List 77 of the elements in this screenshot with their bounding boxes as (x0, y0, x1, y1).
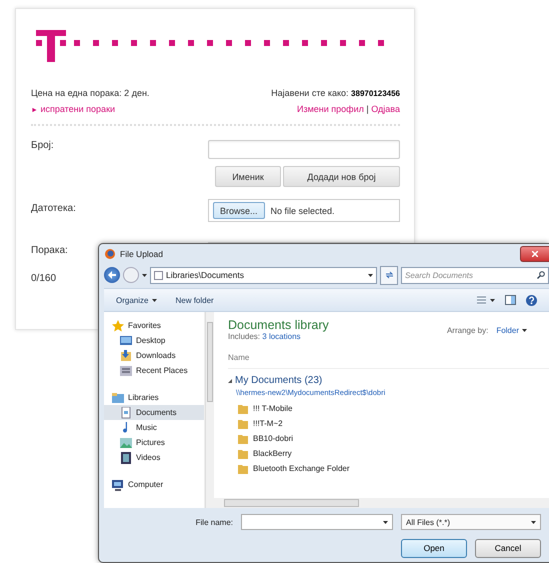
file-type-dropdown[interactable]: All Files (*.*) (401, 514, 541, 530)
history-caret-icon (142, 274, 147, 276)
t-logo (36, 30, 66, 62)
file-label: Датотека: (31, 202, 76, 214)
nav-item[interactable]: Documents (104, 405, 204, 420)
folder-item[interactable]: Bluetooth Exchange Folder (228, 461, 549, 476)
add-number-button[interactable]: Додади нов број (283, 166, 400, 187)
view-list-icon[interactable] (477, 296, 495, 304)
file-name-field[interactable] (241, 514, 393, 530)
collapse-triangle-icon (228, 378, 232, 382)
includes-label: Includes: (228, 332, 260, 341)
folder-item[interactable]: BlackBerry (228, 446, 549, 461)
name-column-header[interactable]: Name (228, 353, 549, 369)
search-icon (537, 271, 545, 279)
file-name-label: File name: (194, 518, 233, 526)
scrollbar[interactable] (205, 312, 214, 508)
desktop-icon (120, 334, 132, 346)
logout-link[interactable]: Одјава (371, 104, 400, 114)
nav-item[interactable]: Pictures (104, 435, 204, 450)
edit-profile-link[interactable]: Измени профил (297, 104, 364, 114)
organize-caret-icon (152, 298, 158, 302)
file-field[interactable]: Browse... No file selected. (208, 199, 400, 222)
nav-item[interactable]: Desktop (104, 333, 204, 348)
nav-item[interactable]: Recent Places (104, 363, 204, 378)
open-button[interactable]: Open (401, 538, 467, 558)
link-separator: | (366, 104, 369, 114)
refresh-arrows-icon (384, 271, 394, 279)
browser-logo-icon (105, 249, 115, 259)
file-name-caret-icon (383, 520, 388, 524)
nav-item[interactable]: Videos (104, 450, 204, 465)
file-type-caret-icon (531, 520, 536, 524)
number-label: Број: (31, 140, 54, 151)
downloads-folder-icon (120, 350, 132, 362)
nav-group-item[interactable]: Libraries (104, 390, 204, 405)
organize-menu[interactable]: Organize (116, 296, 158, 304)
refresh-button[interactable] (380, 266, 398, 284)
browse-button[interactable]: Browse... (213, 202, 265, 219)
back-arrow-icon (108, 271, 116, 279)
folder-item[interactable]: !!!T-M~2 (228, 416, 549, 431)
search-field[interactable]: Search Documents (401, 266, 549, 284)
phonebook-button[interactable]: Именик (215, 166, 281, 187)
file-status: No file selected. (270, 206, 335, 216)
folder-item[interactable]: BB10-dobri (228, 431, 549, 446)
library-title: Documents library (228, 318, 329, 332)
document-icon (120, 406, 132, 418)
recent-places-icon (120, 364, 132, 376)
video-icon (120, 452, 132, 464)
arrange-dropdown[interactable]: Folder (496, 326, 527, 335)
picture-icon (120, 436, 132, 448)
nav-group-item[interactable]: Computer (104, 477, 204, 492)
help-icon[interactable] (526, 294, 537, 306)
logged-in-label: Најавени сте како: (271, 88, 349, 98)
new-folder-button[interactable]: New folder (175, 296, 214, 304)
dialog-title: File Upload (120, 249, 163, 259)
close-icon (532, 251, 538, 257)
star-icon (112, 320, 124, 332)
cancel-button[interactable]: Cancel (475, 538, 541, 558)
folder-item[interactable]: !!! T-Mobile (228, 401, 549, 416)
close-button[interactable] (520, 246, 549, 262)
address-caret-icon (368, 274, 373, 276)
group-header[interactable]: My Documents (23) (228, 375, 549, 386)
locations-link[interactable]: 3 locations (262, 332, 301, 341)
preview-pane-icon[interactable] (505, 295, 516, 305)
number-input[interactable] (208, 140, 400, 159)
price-text: Цена на една порака: 2 ден. (31, 88, 150, 98)
horizontal-scrollbar[interactable] (214, 498, 549, 508)
nav-group-item[interactable]: Favorites (104, 318, 204, 333)
arrange-by-label: Arrange by: (446, 326, 488, 335)
address-field[interactable]: Libraries\Documents (150, 266, 377, 284)
nav-item[interactable]: Downloads (104, 348, 204, 363)
phone-number: 38970123456 (351, 89, 400, 98)
computer-icon (112, 478, 124, 490)
nav-item[interactable]: Music (104, 420, 204, 435)
character-counter: 0/160 (31, 273, 56, 284)
arrange-caret-icon (522, 329, 527, 332)
back-button[interactable] (104, 267, 120, 283)
message-label: Порака: (31, 244, 68, 256)
